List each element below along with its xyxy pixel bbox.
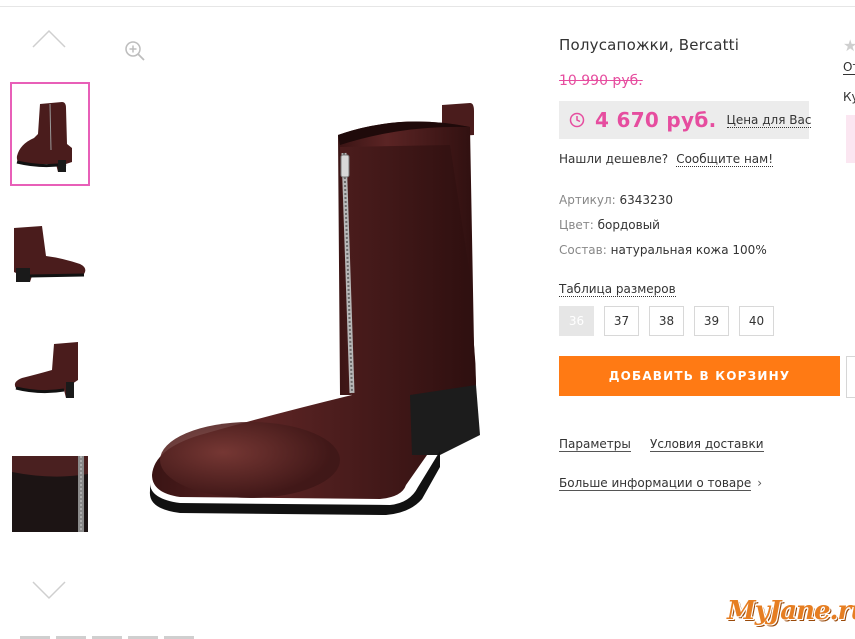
watermark-logo: MyJane.ru — [727, 596, 855, 626]
report-cheaper-link[interactable]: Сообщите нам! — [676, 152, 774, 167]
attribute-value: натуральная кожа 100% — [610, 243, 767, 257]
current-price: 4 670 руб. — [595, 108, 717, 132]
attribute-label: Артикул: — [559, 193, 616, 207]
clock-icon — [569, 112, 585, 128]
product-title: Полусапожки, Bercatti — [559, 36, 740, 54]
size-chart-link[interactable]: Таблица размеров — [559, 282, 676, 297]
right-promo-block — [846, 115, 855, 163]
more-info-link[interactable]: Больше информации о товаре › — [559, 476, 763, 491]
attribute-color: Цвет: бордовый — [559, 218, 660, 232]
thumbnail-gallery — [0, 0, 194, 639]
thumbnail-angle[interactable] — [12, 332, 88, 408]
right-cut-link[interactable]: От — [843, 60, 855, 75]
size-option-39[interactable]: 39 — [694, 306, 729, 336]
star-icon[interactable]: ★ — [843, 36, 855, 55]
attribute-label: Состав: — [559, 243, 607, 257]
zoom-in-icon[interactable] — [124, 40, 146, 62]
found-cheaper-label: Нашли дешевле? — [559, 152, 669, 166]
attribute-value: 6343230 — [619, 193, 673, 207]
found-cheaper: Нашли дешевле? Сообщите нам! — [559, 152, 774, 167]
right-cut-text: Ку — [843, 90, 855, 104]
add-to-cart-button[interactable]: ДОБАВИТЬ В КОРЗИНУ — [559, 356, 840, 396]
parameters-link[interactable]: Параметры — [559, 437, 631, 452]
size-selector: 36 37 38 39 40 — [559, 306, 784, 336]
thumbnail-side[interactable] — [12, 212, 88, 288]
arrow-up-icon[interactable] — [31, 27, 67, 49]
top-divider — [0, 6, 855, 7]
chevron-right-icon: › — [757, 476, 763, 490]
thumbnail-front[interactable] — [10, 82, 90, 186]
arrow-down-icon[interactable] — [31, 580, 67, 602]
price-box: 4 670 руб. Цена для Вас — [559, 101, 812, 139]
right-side-button[interactable] — [846, 356, 855, 398]
more-info-label: Больше информации о товаре — [559, 476, 752, 491]
thumbnail-detail[interactable] — [12, 456, 88, 532]
attribute-value: бордовый — [597, 218, 660, 232]
attribute-sku: Артикул: 6343230 — [559, 193, 673, 207]
size-option-38[interactable]: 38 — [649, 306, 684, 336]
old-price: 10 990 руб. — [559, 73, 643, 89]
attribute-label: Цвет: — [559, 218, 594, 232]
your-price-link[interactable]: Цена для Вас — [726, 113, 812, 128]
size-option-37[interactable]: 37 — [604, 306, 639, 336]
delivery-terms-link[interactable]: Условия доставки — [650, 437, 764, 452]
size-option-36[interactable]: 36 — [559, 306, 594, 336]
attribute-material: Состав: натуральная кожа 100% — [559, 243, 767, 257]
size-option-40[interactable]: 40 — [739, 306, 774, 336]
product-main-image[interactable] — [140, 95, 500, 525]
